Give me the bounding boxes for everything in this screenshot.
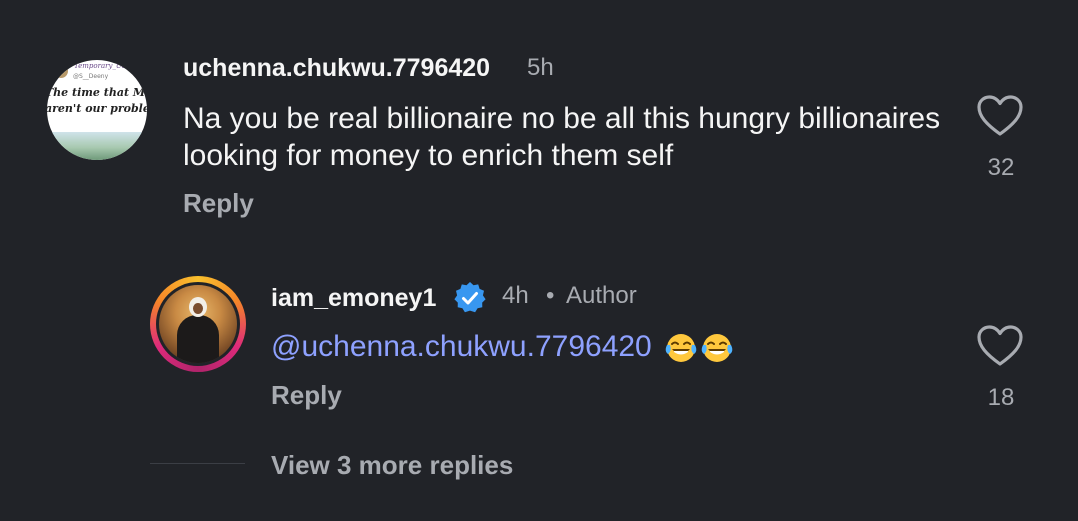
like-count: 18 — [987, 384, 1015, 411]
author-avatar — [156, 282, 240, 366]
avatar-quote-line-1: The time that Money — [47, 86, 147, 99]
view-more-replies-button[interactable]: View 3 more replies — [271, 450, 513, 481]
avatar-at-text: @S__Deeny — [73, 73, 109, 80]
reply-timestamp: 4h — [502, 282, 529, 309]
reply-button[interactable]: Reply — [183, 188, 254, 219]
author-avatar-story-ring[interactable] — [150, 276, 246, 372]
comment-timestamp: 5h — [527, 54, 554, 81]
avatar-scene-image — [47, 132, 147, 160]
comment-username[interactable]: uchenna.chukwu.7796420 — [183, 54, 490, 83]
avatar-handle-text: Temporary_Us — [74, 62, 126, 70]
author-avatar-photo — [159, 285, 237, 363]
separator-dot: • — [546, 282, 555, 309]
mention-link[interactable]: @uchenna.chukwu.7796420 — [271, 330, 652, 363]
reply-text: @uchenna.chukwu.7796420 — [271, 330, 734, 365]
tears-of-joy-emoji-icon — [702, 334, 733, 363]
reply-username[interactable]: iam_emoney1 — [271, 284, 436, 313]
avatar-profile-thumb — [54, 64, 68, 78]
thread-divider — [150, 463, 245, 464]
reply-button[interactable]: Reply — [271, 380, 342, 411]
comment-text: Na you be real billionaire no be all thi… — [183, 102, 941, 172]
verified-badge-icon — [454, 282, 486, 313]
comments-thread: Temporary_Us @S__Deeny The time that Mon… — [0, 0, 1078, 521]
heart-icon[interactable] — [976, 324, 1024, 368]
commenter-avatar[interactable]: Temporary_Us @S__Deeny The time that Mon… — [47, 60, 147, 160]
tears-of-joy-emoji-icon — [665, 334, 697, 363]
like-count: 32 — [987, 154, 1015, 181]
avatar-quote-line-2: aren't our problems — [47, 102, 147, 115]
heart-icon[interactable] — [976, 94, 1024, 138]
author-badge: Author — [566, 282, 637, 309]
